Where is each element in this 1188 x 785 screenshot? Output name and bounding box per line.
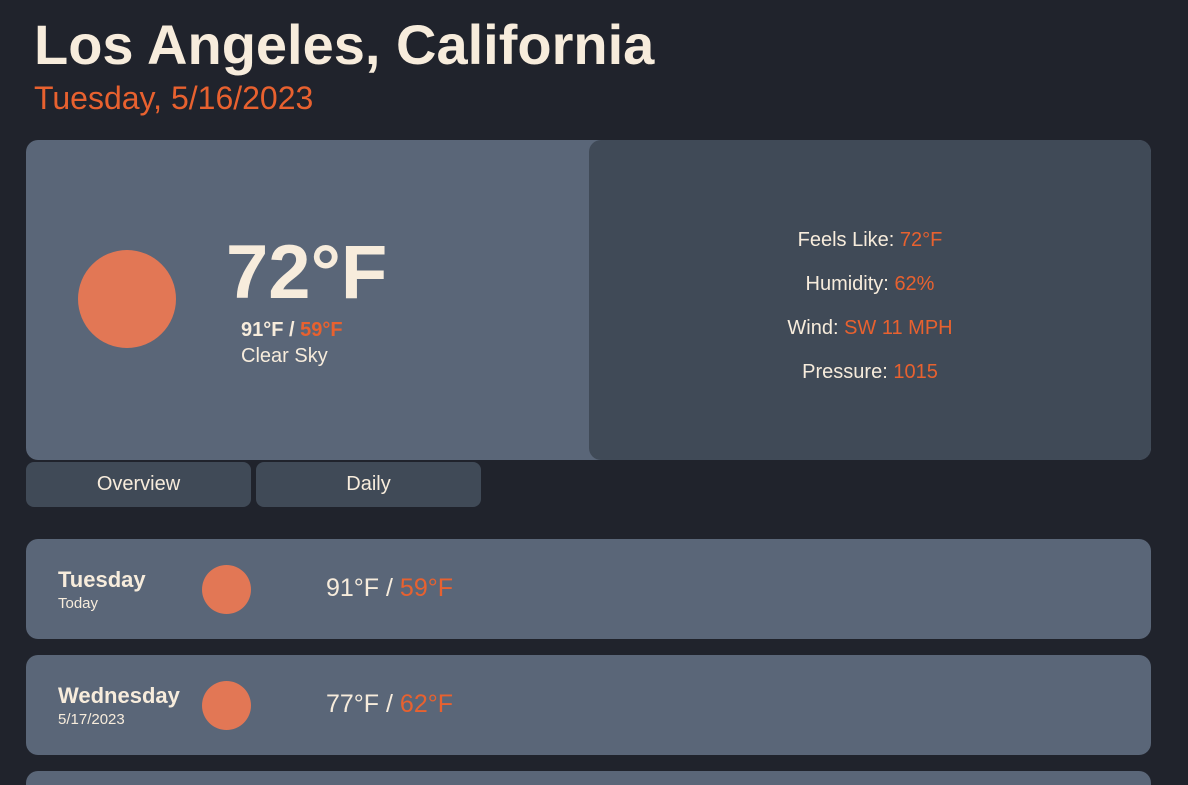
pressure-value: 1015 [893, 361, 938, 383]
current-date: Tuesday, 5/16/2023 [34, 80, 314, 116]
sun-icon [78, 250, 176, 348]
current-summary: 72°F 91°F / 59°F Clear Sky [26, 140, 589, 460]
daily-row[interactable]: Wednesday 5/17/2023 77°F / 62°F [26, 655, 1151, 755]
day-high-low: 91°F / 59°F [326, 573, 453, 603]
wind-row: Wind: SW 11 MPH [589, 306, 1151, 350]
daily-row-partial[interactable] [26, 771, 1151, 785]
humidity-value: 62% [894, 273, 935, 295]
feels-like-row: Feels Like: 72°F [589, 218, 1151, 262]
wind-label: Wind: [787, 317, 839, 339]
feels-like-label: Feels Like: [797, 229, 895, 251]
pressure-row: Pressure: 1015 [589, 350, 1151, 394]
day-high: 91°F [326, 574, 380, 602]
feels-like-value: 72°F [899, 229, 943, 251]
current-weather-card: 72°F 91°F / 59°F Clear Sky Feels Like: 7… [26, 140, 1151, 460]
day-date: 5/17/2023 [58, 711, 125, 728]
daily-row[interactable]: Tuesday Today 91°F / 59°F [26, 539, 1151, 639]
day-high-low: 77°F / 62°F [326, 689, 453, 719]
city-title: Los Angeles, California [34, 13, 655, 76]
day-low: 62°F [399, 690, 453, 718]
current-low: 59°F [300, 319, 343, 341]
high-low-separator: / [379, 574, 400, 602]
pressure-label: Pressure: [802, 361, 888, 383]
humidity-label: Humidity: [805, 273, 889, 295]
current-condition: Clear Sky [241, 345, 328, 367]
current-high: 91°F [241, 319, 284, 341]
high-low-separator: / [283, 319, 301, 341]
day-high: 77°F [326, 690, 380, 718]
location-header: Los Angeles, California Tuesday, 5/16/20… [34, 10, 654, 116]
humidity-row: Humidity: 62% [589, 262, 1151, 306]
current-details-panel: Feels Like: 72°F Humidity: 62% Wind: SW … [589, 140, 1151, 460]
sun-icon [202, 565, 251, 614]
sun-icon [202, 681, 251, 730]
current-temperature: 72°F [226, 230, 388, 315]
tab-overview[interactable]: Overview [26, 462, 251, 507]
day-low: 59°F [399, 574, 453, 602]
day-name: Wednesday [58, 683, 180, 708]
details-list: Feels Like: 72°F Humidity: 62% Wind: SW … [589, 218, 1151, 394]
wind-value: SW 11 MPH [844, 317, 953, 339]
day-name: Tuesday [58, 567, 146, 592]
current-high-low: 91°F / 59°F [241, 318, 343, 342]
high-low-separator: / [379, 690, 400, 718]
day-date: Today [58, 595, 99, 612]
tab-daily[interactable]: Daily [256, 462, 481, 507]
